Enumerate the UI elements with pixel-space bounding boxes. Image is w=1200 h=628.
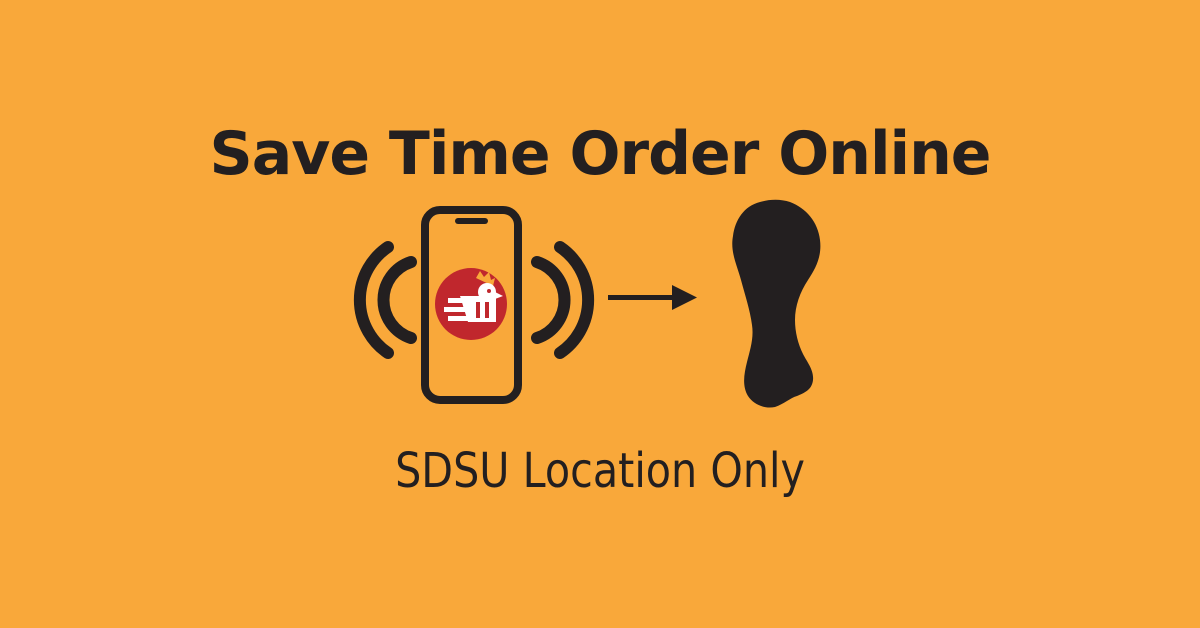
location-note: SDSU Location Only <box>395 443 805 499</box>
arrow-right-icon <box>608 285 697 310</box>
chicken-drumstick-icon <box>732 199 821 408</box>
illustration <box>353 199 821 408</box>
restaurant-logo <box>435 268 507 340</box>
left-vibration-waves-icon <box>353 241 417 359</box>
promo-banner: Save Time Order Online SDSU Location Onl… <box>0 0 1200 628</box>
right-vibration-waves-icon <box>531 241 595 359</box>
